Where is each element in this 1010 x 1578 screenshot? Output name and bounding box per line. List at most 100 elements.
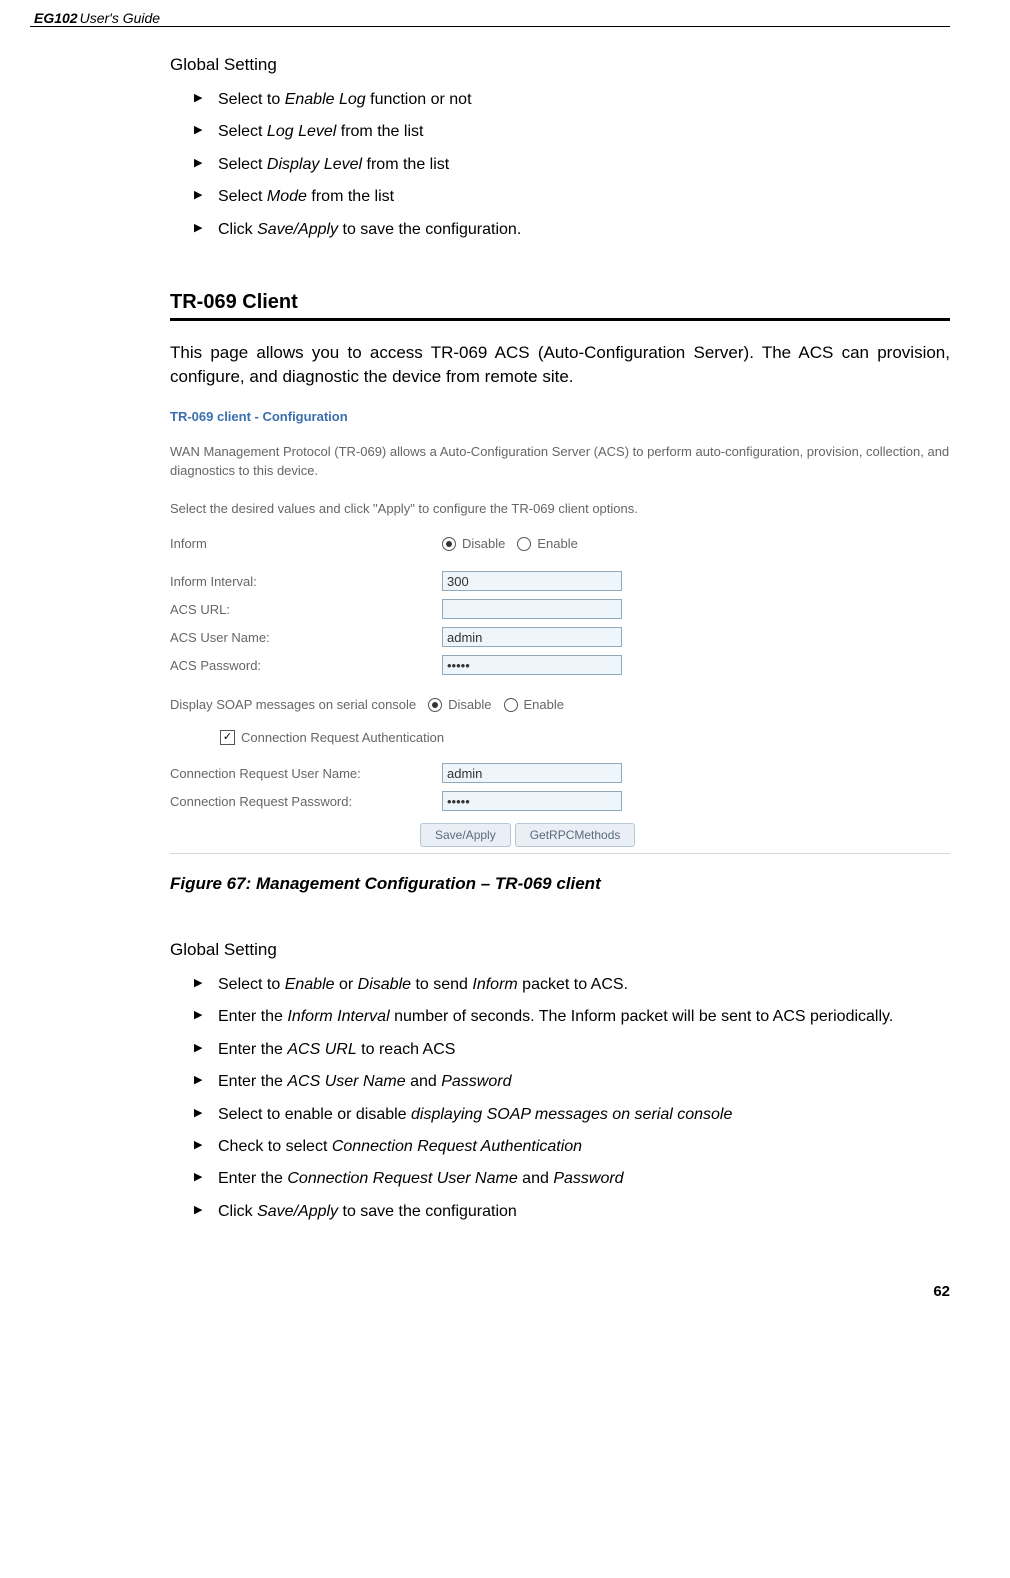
text: Select to [218,976,285,993]
figure-caption: Figure 67: Management Configuration – TR… [170,874,950,894]
input-acs-user[interactable] [442,627,622,647]
row-acs-url: ACS URL: [170,599,950,619]
text: Select [218,156,267,173]
text: Select [218,188,267,205]
label-acs-user: ACS User Name: [170,630,430,645]
config-screenshot: TR-069 client - Configuration WAN Manage… [170,401,950,855]
text-em: Password [553,1170,623,1187]
text-em: Inform Interval [287,1008,389,1025]
page-number: 62 [30,1283,950,1300]
label-acs-pass: ACS Password: [170,658,430,673]
label-inform: Inform [170,536,430,551]
page-header: EG102 User's Guide [30,10,950,27]
list-item: Select Display Level from the list [194,154,950,176]
input-acs-url[interactable] [442,599,622,619]
text: packet to ACS. [518,976,628,993]
text: Click [218,221,257,238]
text-em: ACS URL [287,1041,356,1058]
row-acs-pass: ACS Password: [170,655,950,675]
ss-button-row: Save/Apply GetRPCMethods [420,823,950,847]
list-item: Click Save/Apply to save the configurati… [194,219,950,241]
text: Select [218,123,267,140]
radio-disable[interactable] [442,537,456,551]
text-em: Disable [358,976,411,993]
text-em: Enable [285,976,335,993]
list-item: Enter the ACS User Name and Password [194,1071,950,1093]
text: Check to select [218,1138,332,1155]
text: to save the configuration. [338,221,521,238]
bottom-bullet-list: Select to Enable or Disable to send Info… [170,974,950,1223]
radio-soap-enable[interactable] [504,698,518,712]
list-item: Enter the Connection Request User Name a… [194,1168,950,1190]
list-item: Click Save/Apply to save the configurati… [194,1201,950,1223]
text: Click [218,1203,257,1220]
input-conn-user[interactable] [442,763,622,783]
text-em: displaying SOAP messages on serial conso… [411,1106,732,1123]
radio-soap-disable[interactable] [428,698,442,712]
ss-desc1: WAN Management Protocol (TR-069) allows … [170,442,950,481]
list-item: Enter the ACS URL to reach ACS [194,1039,950,1061]
text: number of seconds. The Inform packet wil… [390,1008,894,1025]
list-item: Check to select Connection Request Authe… [194,1136,950,1158]
save-apply-button[interactable]: Save/Apply [420,823,511,847]
section-heading-2: Global Setting [170,940,950,960]
text: Enter the [218,1008,287,1025]
label-conn-user: Connection Request User Name: [170,766,430,781]
text-em: Connection Request User Name [287,1170,517,1187]
radio-enable[interactable] [517,537,531,551]
getrpc-button[interactable]: GetRPCMethods [515,823,636,847]
input-conn-pass[interactable] [442,791,622,811]
text: to reach ACS [357,1041,456,1058]
text-em: Connection Request Authentication [332,1138,582,1155]
list-item: Select Mode from the list [194,186,950,208]
text: and [518,1170,554,1187]
section-heading: Global Setting [170,55,950,75]
top-bullet-list: Select to Enable Log function or not Sel… [170,89,950,241]
text: and [406,1073,442,1090]
text: Enter the [218,1073,287,1090]
ss-title: TR-069 client - Configuration [170,409,950,424]
label-interval: Inform Interval: [170,574,430,589]
page-content: EG102 User's Guide Global Setting Select… [0,0,1010,1340]
radio-enable-label: Enable [537,536,577,551]
intro-paragraph: This page allows you to access TR-069 AC… [170,341,950,389]
text: Enter the [218,1170,287,1187]
radio-soap-disable-label: Disable [448,697,491,712]
list-item: Select to Enable or Disable to send Info… [194,974,950,996]
text-em: Enable Log [285,91,366,108]
text-em: Mode [267,188,307,205]
text: or [335,976,358,993]
row-acs-user: ACS User Name: [170,627,950,647]
ss-desc2: Select the desired values and click "App… [170,499,950,519]
list-item: Enter the Inform Interval number of seco… [194,1006,950,1028]
label-conn-auth: Connection Request Authentication [241,730,444,745]
input-acs-pass[interactable] [442,655,622,675]
label-acs-url: ACS URL: [170,602,430,617]
list-item: Select to Enable Log function or not [194,89,950,111]
text-em: Save/Apply [257,221,338,238]
row-soap: Display SOAP messages on serial console … [170,697,950,712]
text: from the list [362,156,449,173]
soap-radio-group: Disable Enable [428,697,564,712]
checkbox-conn-auth[interactable] [220,730,235,745]
text: to send [411,976,472,993]
text: Select to enable or disable [218,1106,411,1123]
text-em: ACS User Name [287,1073,405,1090]
text-em: Log Level [267,123,336,140]
label-conn-pass: Connection Request Password: [170,794,430,809]
text: function or not [366,91,472,108]
inform-radio-group: Disable Enable [442,536,578,551]
heading-tr069: TR-069 Client [170,291,950,321]
label-soap: Display SOAP messages on serial console [170,697,416,712]
row-conn-user: Connection Request User Name: [170,763,950,783]
text-em: Save/Apply [257,1203,338,1220]
text: from the list [307,188,394,205]
list-item: Select Log Level from the list [194,121,950,143]
text-em: Password [441,1073,511,1090]
text: Enter the [218,1041,287,1058]
row-interval: Inform Interval: [170,571,950,591]
text-em: Inform [472,976,517,993]
input-interval[interactable] [442,571,622,591]
text: from the list [336,123,423,140]
row-conn-pass: Connection Request Password: [170,791,950,811]
